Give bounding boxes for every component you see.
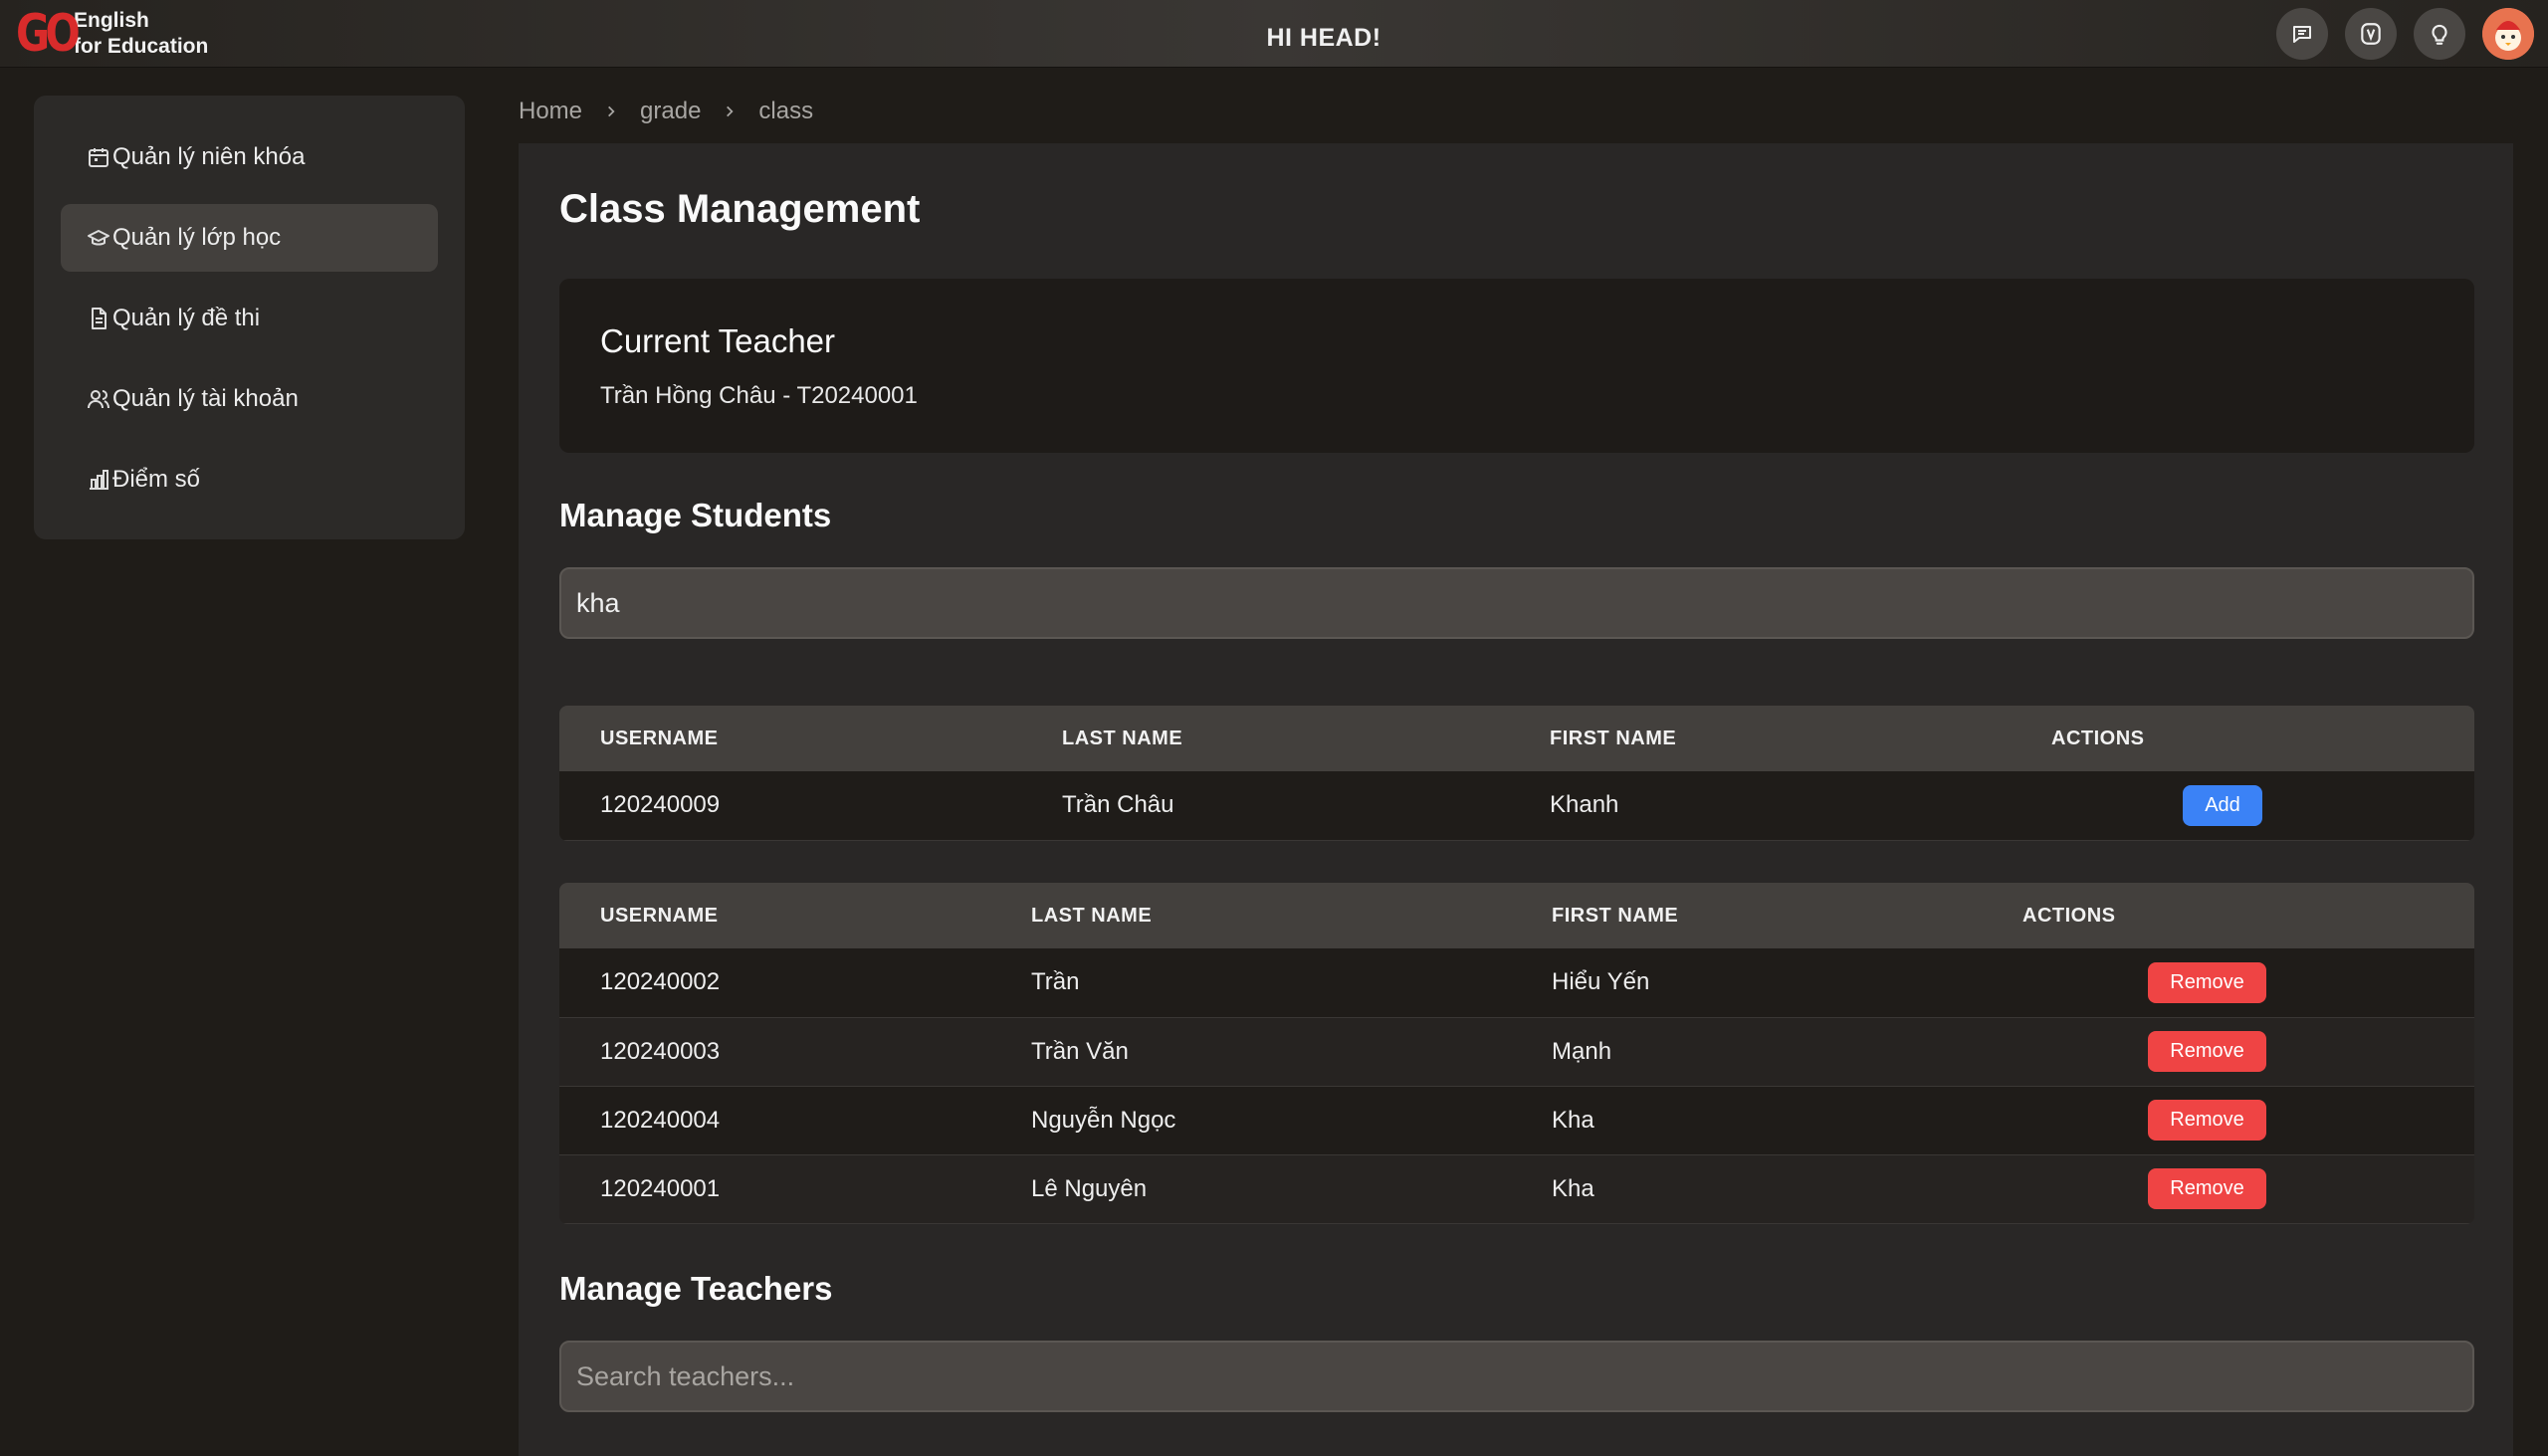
manage-teachers-heading: Manage Teachers: [559, 1270, 833, 1307]
student-search-input[interactable]: [559, 567, 2474, 639]
sidebar-item-label: Quản lý niên khóa: [112, 143, 306, 170]
sidebar: Quản lý niên khóa Quản lý lớp học Quản l…: [34, 96, 465, 539]
bar-chart-icon: [90, 470, 108, 490]
chat-icon: [2293, 26, 2311, 43]
sidebar-item-label: Điểm số: [112, 466, 201, 493]
cell-last-name: Lê Nguyên: [1031, 1154, 1552, 1224]
remove-student-button[interactable]: Remove: [2148, 1168, 2266, 1209]
teacher-search-input[interactable]: [559, 1341, 2474, 1412]
cell-actions: Remove: [2022, 1017, 2474, 1087]
column-header-first-name: FIRST NAME: [1550, 727, 1677, 749]
table-header-row: USERNAME LAST NAME FIRST NAME ACTIONS: [559, 706, 2474, 771]
sidebar-item-academic-years[interactable]: Quản lý niên khóa: [61, 123, 438, 191]
document-icon: [92, 308, 106, 329]
manage-students-heading: Manage Students: [559, 497, 832, 533]
remove-student-button[interactable]: Remove: [2148, 961, 2266, 1003]
table-row: 120240009 Trần Châu Khanh Add: [559, 771, 2474, 841]
cell-last-name: Trần Văn: [1031, 1017, 1552, 1087]
remove-student-button[interactable]: Remove: [2148, 1031, 2266, 1072]
header-actions: [2276, 8, 2534, 60]
v-badge-button[interactable]: [2345, 8, 2397, 60]
student-search-results-table: USERNAME LAST NAME FIRST NAME ACTIONS 12…: [559, 706, 2474, 841]
greeting: HI HEAD!: [1266, 24, 1381, 52]
table-row: 120240001 Lê Nguyên Kha Remove: [559, 1154, 2474, 1224]
breadcrumb-home[interactable]: Home: [519, 98, 582, 125]
sidebar-item-classes[interactable]: Quản lý lớp học: [61, 204, 438, 272]
main-panel: Class Management Current Teacher Trần Hồ…: [519, 143, 2513, 1456]
current-teacher-card: Current Teacher Trần Hồng Châu - T202400…: [559, 279, 2474, 453]
column-header-username: USERNAME: [600, 727, 719, 749]
cell-actions: Add: [2051, 771, 2474, 841]
enrolled-students-table: USERNAME LAST NAME FIRST NAME ACTIONS 12…: [559, 883, 2474, 1224]
cell-last-name: Trần Châu: [1062, 771, 1550, 841]
remove-student-button[interactable]: Remove: [2148, 1100, 2266, 1141]
idea-button[interactable]: [2414, 8, 2465, 60]
column-header-last-name: LAST NAME: [1062, 727, 1183, 749]
v-badge-icon: [2361, 23, 2381, 45]
column-header-last-name: LAST NAME: [1031, 904, 1153, 927]
current-teacher-heading: Current Teacher: [600, 322, 836, 359]
avatar-icon: [2482, 8, 2534, 60]
current-teacher-value: Trần Hồng Châu - T20240001: [600, 382, 918, 409]
breadcrumb: Home grade class: [519, 98, 813, 125]
column-header-first-name: FIRST NAME: [1552, 904, 1679, 927]
cell-first-name: Kha: [1552, 1086, 2022, 1155]
sidebar-item-exams[interactable]: Quản lý đề thi: [61, 285, 438, 352]
users-icon: [88, 390, 109, 409]
cell-username: 120240009: [559, 771, 1062, 841]
table-header-row: USERNAME LAST NAME FIRST NAME ACTIONS: [559, 883, 2474, 948]
column-header-actions: ACTIONS: [2051, 727, 2145, 749]
add-student-button[interactable]: Add: [2183, 784, 2262, 826]
cell-actions: Remove: [2022, 1154, 2474, 1224]
table-row: 120240004 Nguyễn Ngọc Kha Remove: [559, 1086, 2474, 1155]
top-bar: GO English for Education HI HEAD!: [0, 0, 2548, 68]
breadcrumb-grade[interactable]: grade: [640, 98, 701, 125]
sidebar-item-label: Quản lý đề thi: [112, 305, 261, 331]
cell-username: 120240001: [559, 1154, 1031, 1224]
cell-last-name: Trần: [1031, 948, 1552, 1018]
cell-last-name: Nguyễn Ngọc: [1031, 1086, 1552, 1155]
calendar-icon: [89, 148, 108, 167]
chat-button[interactable]: [2276, 8, 2328, 60]
sidebar-item-accounts[interactable]: Quản lý tài khoản: [61, 365, 438, 433]
column-header-actions: ACTIONS: [2022, 904, 2116, 927]
cell-first-name: Mạnh: [1552, 1017, 2022, 1087]
page-title: Class Management: [559, 187, 921, 231]
graduation-cap-icon: [88, 230, 109, 246]
cell-first-name: Khanh: [1550, 771, 2051, 841]
cell-first-name: Hiểu Yến: [1552, 948, 2022, 1018]
cell-username: 120240002: [559, 948, 1031, 1018]
avatar[interactable]: [2482, 8, 2534, 60]
cell-username: 120240004: [559, 1086, 1031, 1155]
chevron-right-icon: [727, 105, 734, 117]
sidebar-item-label: Quản lý lớp học: [112, 224, 282, 251]
breadcrumb-class: class: [758, 98, 814, 124]
table-row: 120240002 Trần Hiểu Yến Remove: [559, 948, 2474, 1018]
table-row: 120240003 Trần Văn Mạnh Remove: [559, 1017, 2474, 1087]
column-header-username: USERNAME: [600, 904, 719, 927]
cell-username: 120240003: [559, 1017, 1031, 1087]
cell-actions: Remove: [2022, 948, 2474, 1018]
lightbulb-icon: [2432, 24, 2447, 45]
sidebar-item-scores[interactable]: Điểm số: [61, 446, 438, 514]
cell-first-name: Kha: [1552, 1154, 2022, 1224]
chevron-right-icon: [608, 105, 615, 117]
cell-actions: Remove: [2022, 1086, 2474, 1155]
sidebar-item-label: Quản lý tài khoản: [112, 385, 299, 412]
